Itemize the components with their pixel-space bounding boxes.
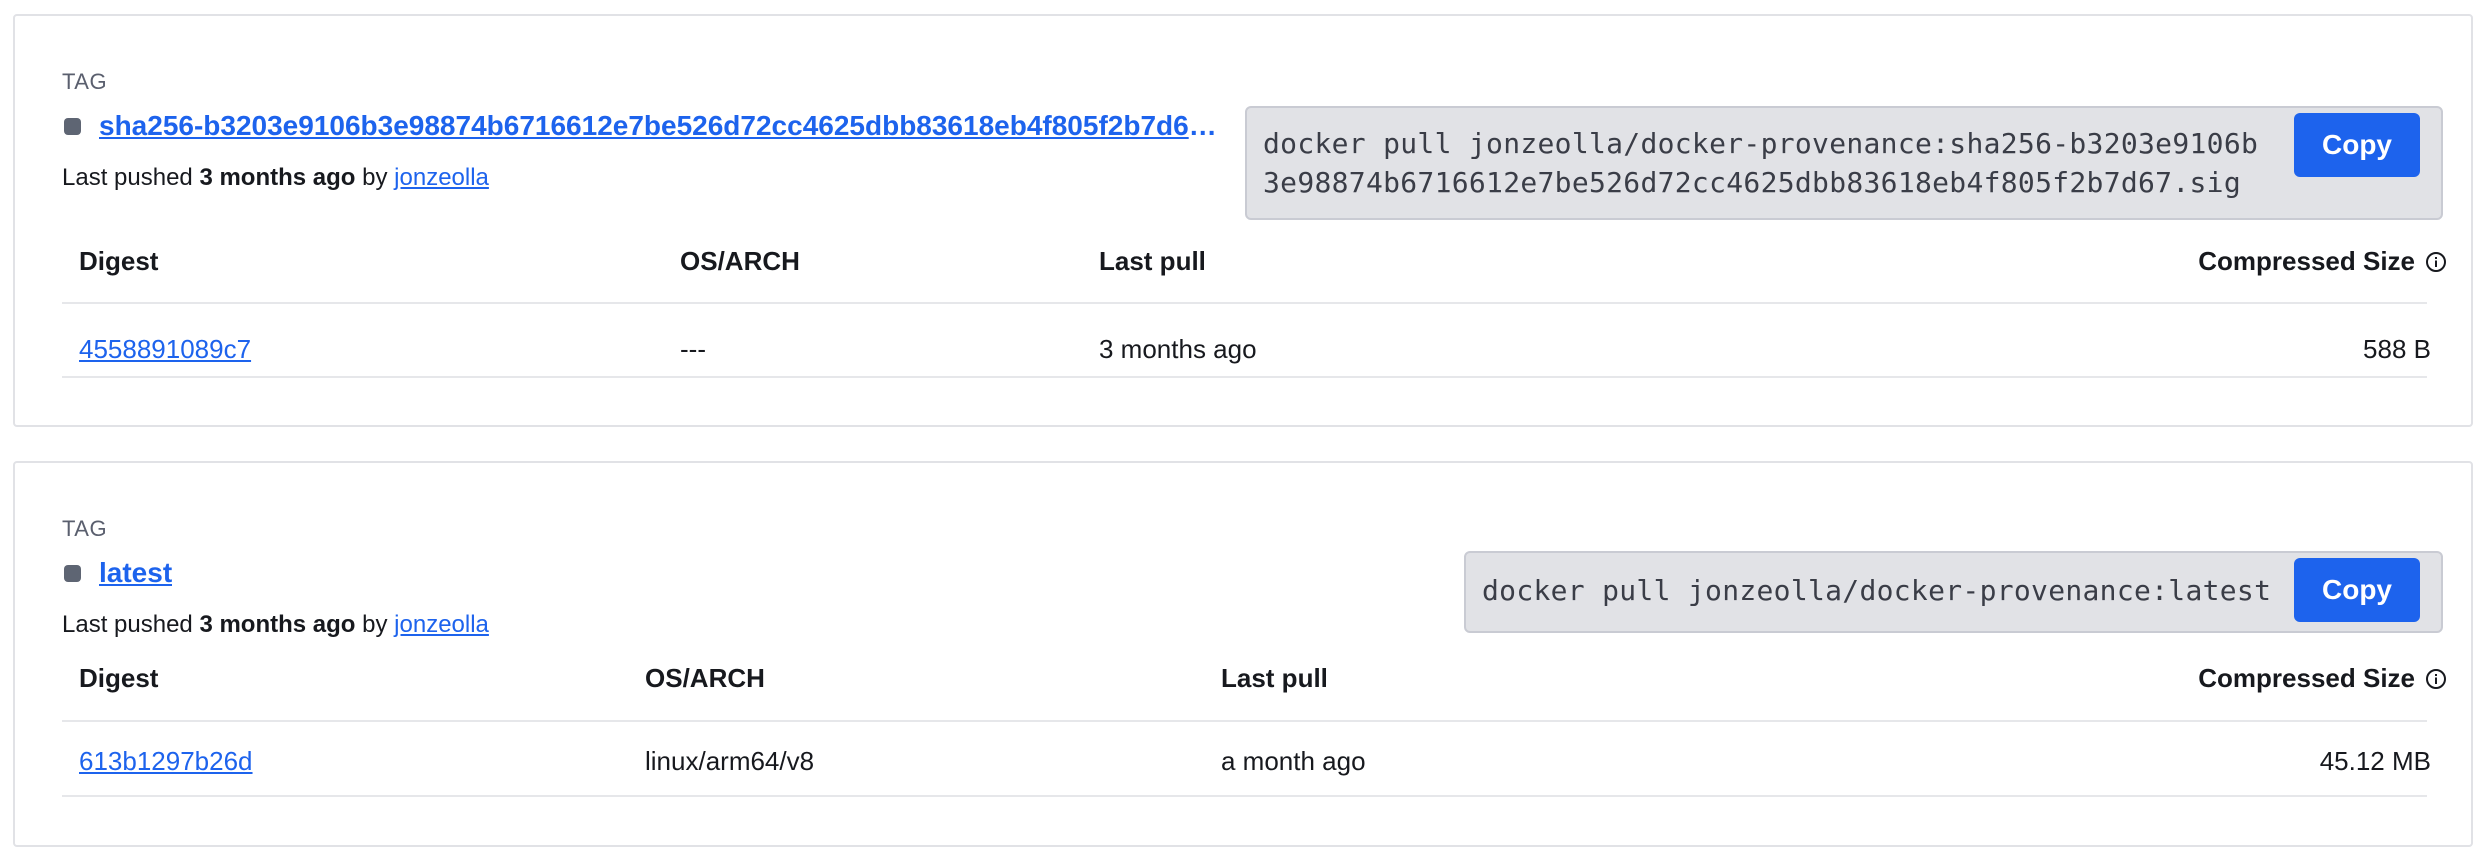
- table-divider: [62, 795, 2427, 797]
- tag-section-label: TAG: [62, 69, 108, 94]
- compressed-size-cell: 588 B: [2363, 334, 2431, 364]
- last-pushed-label: Last pushed: [62, 164, 193, 191]
- last-pushed-info: Last pushed 3 months ago by jonzeolla: [62, 611, 489, 639]
- tag-section-label: TAG: [62, 516, 108, 541]
- column-header-compressed-size: Compressed Size: [2198, 246, 2447, 277]
- pull-command-text[interactable]: docker pull jonzeolla/docker-provenance:…: [1482, 571, 2271, 610]
- column-header-os-arch: OS/ARCH: [680, 246, 800, 276]
- last-pull-cell: 3 months ago: [1099, 334, 1257, 364]
- last-pull-cell: a month ago: [1221, 746, 1366, 776]
- info-circle-icon[interactable]: [2425, 668, 2447, 690]
- tag-card: TAG latest Last pushed 3 months ago by j…: [13, 461, 2473, 847]
- last-pushed-by: by: [362, 611, 388, 638]
- tag-name-link[interactable]: sha256-b3203e9106b3e98874b6716612e7be526…: [99, 110, 1224, 142]
- last-pushed-info: Last pushed 3 months ago by jonzeolla: [62, 164, 489, 192]
- pushed-by-user-link[interactable]: jonzeolla: [394, 611, 489, 638]
- os-arch-cell: linux/arm64/v8: [645, 746, 815, 776]
- os-arch-cell: ---: [680, 334, 706, 364]
- tag-name-link[interactable]: latest: [99, 557, 172, 589]
- compressed-size-label: Compressed Size: [2198, 663, 2415, 693]
- tag-header: sha256-b3203e9106b3e98874b6716612e7be526…: [64, 110, 1224, 142]
- digest-link[interactable]: 4558891089c7: [79, 334, 251, 364]
- square-tag-icon: [64, 117, 81, 135]
- tag-card: TAG sha256-b3203e9106b3e98874b6716612e7b…: [13, 14, 2473, 427]
- last-pushed-time: 3 months ago: [199, 164, 356, 191]
- pushed-by-user-link[interactable]: jonzeolla: [394, 164, 489, 191]
- column-header-os-arch: OS/ARCH: [645, 663, 765, 693]
- pull-command-box: docker pull jonzeolla/docker-provenance:…: [1464, 551, 2443, 633]
- column-header-last-pull: Last pull: [1099, 246, 1206, 276]
- digest-cell: 613b1297b26d: [79, 746, 253, 777]
- pull-command-text[interactable]: docker pull jonzeolla/docker-provenance:…: [1263, 124, 2271, 202]
- copy-button[interactable]: Copy: [2294, 113, 2420, 177]
- square-tag-icon: [64, 564, 81, 582]
- column-header-last-pull: Last pull: [1221, 663, 1328, 693]
- table-divider: [62, 376, 2427, 378]
- column-header-compressed-size: Compressed Size: [2198, 663, 2447, 694]
- table-divider: [62, 302, 2427, 304]
- table-divider: [62, 720, 2427, 722]
- column-header-digest: Digest: [79, 663, 159, 693]
- pull-command-box: docker pull jonzeolla/docker-provenance:…: [1245, 106, 2443, 220]
- table-row: 613b1297b26d linux/arm64/v8 a month ago …: [62, 724, 2431, 794]
- digest-cell: 4558891089c7: [79, 334, 251, 365]
- digest-link[interactable]: 613b1297b26d: [79, 746, 253, 776]
- last-pushed-by: by: [362, 164, 388, 191]
- tag-header: latest: [64, 557, 172, 589]
- compressed-size-label: Compressed Size: [2198, 246, 2415, 276]
- column-header-digest: Digest: [79, 246, 159, 276]
- last-pushed-time: 3 months ago: [199, 611, 356, 638]
- last-pushed-label: Last pushed: [62, 611, 193, 638]
- compressed-size-cell: 45.12 MB: [2319, 746, 2431, 776]
- copy-button[interactable]: Copy: [2294, 558, 2420, 622]
- info-circle-icon[interactable]: [2425, 251, 2447, 273]
